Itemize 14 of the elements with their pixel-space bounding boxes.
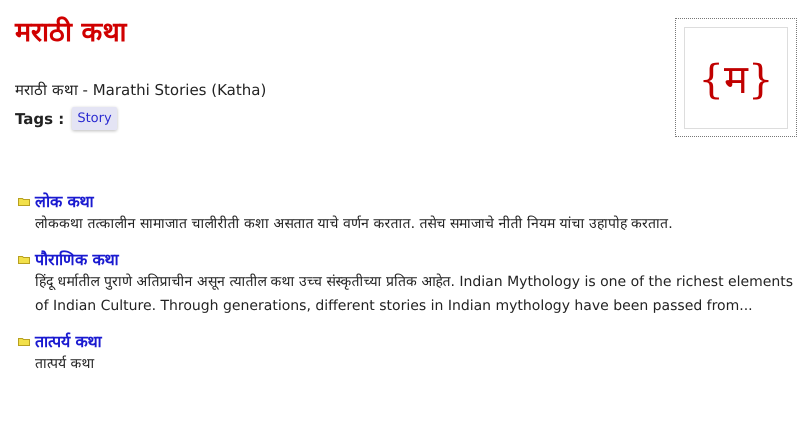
category-link[interactable]: तात्पर्य कथा [35,330,102,352]
category-description: हिंदू धर्मातील पुराणे अतिप्राचीन असून त्यातील कथा उच्च संस्कृतीच्या प्रतिक आहेत. Indian Mythology is one of the richest elements of Indian Culture. Through generations, different stories in Indian mythology have been passed from... [35,272,794,316]
folder-icon [18,254,30,264]
site-logo: {म} [684,26,788,128]
category-link[interactable]: लोक कथा [35,190,94,212]
category-description: लोककथा तत्कालीन सामाजात चालीरीती कशा असतात याचे वर्णन करतात. तसेच समाजाचे नीती नियम यांचा उहापोह करतात. [35,214,674,234]
tags-label: Tags : [15,110,64,128]
folder-icon [18,336,30,346]
tag-link[interactable]: Story [72,107,117,130]
folder-icon [18,196,30,206]
category-description: तात्पर्य कथा [35,354,96,374]
page-subtitle: मराठी कथा - Marathi Stories (Katha) [15,80,266,99]
page-title: मराठी कथा [15,15,128,49]
category-link[interactable]: पौराणिक कथा [35,248,119,270]
